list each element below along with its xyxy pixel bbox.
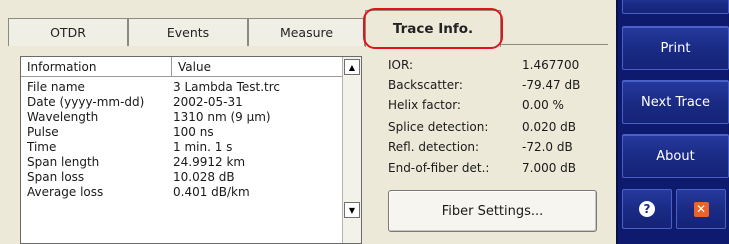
table-row[interactable]: Average loss 0.401 dB/km: [21, 185, 343, 200]
print-label: Print: [660, 40, 691, 56]
tab-events[interactable]: Events: [128, 18, 248, 46]
row-value: 100 ns: [173, 125, 214, 139]
row-value: 1310 nm (9 µm): [173, 110, 271, 124]
fiber-settings-button[interactable]: Fiber Settings...: [388, 190, 597, 232]
help-button[interactable]: ?: [622, 189, 672, 229]
scroll-up-button[interactable]: ▲: [344, 59, 360, 75]
setting-label-splice-detection: Splice detection:: [388, 120, 489, 134]
setting-value-end-of-fiber: 7.000 dB: [522, 161, 577, 175]
column-header-value[interactable]: Value: [172, 57, 343, 77]
table-row[interactable]: Span length 24.9912 km: [21, 155, 343, 170]
row-name: Average loss: [27, 185, 104, 199]
tab-bar: OTDR Events Measure Trace Info.: [8, 8, 608, 49]
table-row[interactable]: Date (yyyy-mm-dd) 2002-05-31: [21, 95, 343, 110]
next-trace-label: Next Trace: [641, 94, 710, 110]
setting-label-ior: IOR:: [388, 58, 413, 72]
about-button[interactable]: About: [622, 134, 729, 178]
next-trace-button[interactable]: Next Trace: [622, 80, 729, 124]
close-button[interactable]: ✕: [676, 189, 726, 229]
sidebar-button-top[interactable]: [622, 0, 729, 14]
scroll-down-button[interactable]: ▼: [344, 202, 360, 218]
setting-label-helix-factor: Helix factor:: [388, 98, 461, 112]
help-icon: ?: [639, 201, 655, 217]
close-icon: ✕: [693, 201, 709, 217]
tab-label: Measure: [279, 25, 334, 40]
tab-label: Events: [166, 25, 210, 40]
table-row[interactable]: Time 1 min. 1 s: [21, 140, 343, 155]
tab-otdr[interactable]: OTDR: [8, 18, 128, 46]
tab-label: OTDR: [50, 25, 86, 40]
table-row[interactable]: Span loss 10.028 dB: [21, 170, 343, 185]
trace-info-panel: OTDR Events Measure Trace Info. Informat…: [0, 0, 616, 244]
setting-value-splice-detection: 0.020 dB: [522, 120, 577, 134]
row-name: File name: [27, 80, 85, 94]
row-name: Wavelength: [27, 110, 99, 124]
table-row[interactable]: File name 3 Lambda Test.trc: [21, 80, 343, 95]
row-name: Span length: [27, 155, 100, 169]
table-row[interactable]: Wavelength 1310 nm (9 µm): [21, 110, 343, 125]
arrow-up-icon: ▲: [348, 62, 356, 72]
setting-value-helix-factor: 0.00 %: [522, 98, 564, 112]
info-table[interactable]: Information Value File name 3 Lambda Tes…: [20, 56, 362, 244]
row-value: 24.9912 km: [173, 155, 246, 169]
row-value: 1 min. 1 s: [173, 140, 233, 154]
sidebar: Print Next Trace About ? ✕: [616, 0, 729, 244]
row-value: 3 Lambda Test.trc: [173, 80, 280, 94]
tab-label: Trace Info.: [392, 21, 474, 37]
fiber-settings-label: Fiber Settings...: [441, 203, 544, 219]
column-header-information[interactable]: Information: [21, 57, 172, 77]
setting-label-end-of-fiber: End-of-fiber det.:: [388, 161, 490, 175]
row-name: Date (yyyy-mm-dd): [27, 95, 145, 109]
setting-value-backscatter: -79.47 dB: [522, 78, 581, 92]
tab-measure[interactable]: Measure: [248, 18, 365, 46]
table-header: Information Value: [21, 57, 343, 77]
row-name: Time: [27, 140, 57, 154]
row-value: 0.401 dB/km: [173, 185, 250, 199]
row-name: Pulse: [27, 125, 59, 139]
row-value: 10.028 dB: [173, 170, 235, 184]
print-button[interactable]: Print: [622, 26, 729, 70]
row-value: 2002-05-31: [173, 95, 243, 109]
tab-trace-info[interactable]: Trace Info.: [365, 10, 501, 47]
table-row[interactable]: Pulse 100 ns: [21, 125, 343, 140]
about-label: About: [656, 148, 695, 164]
setting-value-ior: 1.467700: [522, 58, 580, 72]
setting-label-refl-detection: Refl. detection:: [388, 140, 480, 154]
vertical-scrollbar[interactable]: ▲ ▼: [342, 57, 361, 243]
row-name: Span loss: [27, 170, 85, 184]
arrow-down-icon: ▼: [348, 205, 356, 215]
setting-label-backscatter: Backscatter:: [388, 78, 463, 92]
setting-value-refl-detection: -72.0 dB: [522, 140, 573, 154]
